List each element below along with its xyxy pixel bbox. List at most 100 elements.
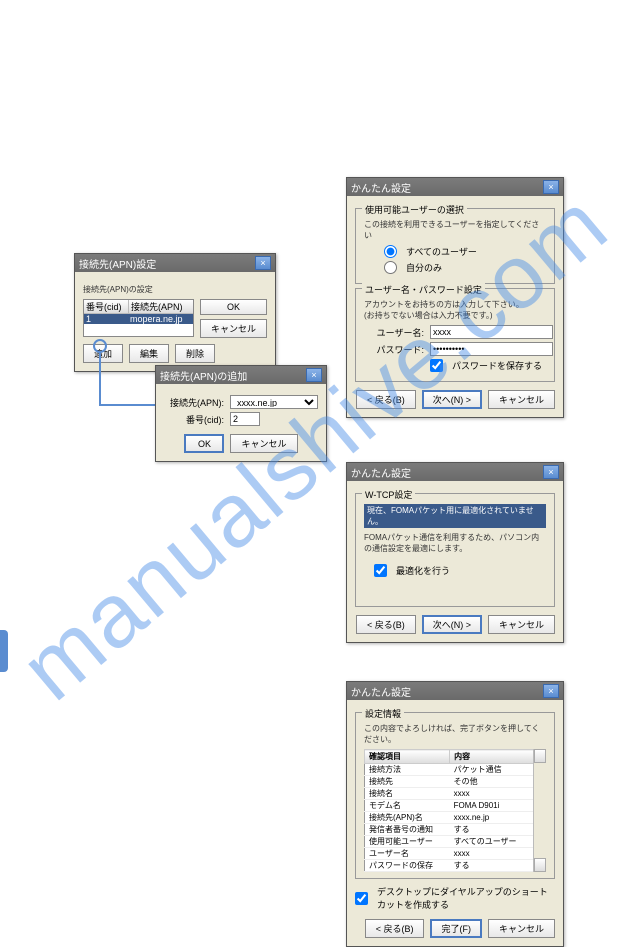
self-only-label: 自分のみ — [406, 261, 442, 274]
table-row: 発信者番号の通知する — [365, 824, 534, 836]
col-cid: 番号(cid) — [84, 300, 129, 313]
value-cell: FOMA D901i — [450, 800, 534, 812]
table-row: 接続名xxxx — [365, 788, 534, 800]
title: かんたん設定 — [351, 465, 411, 480]
group-note: アカウントをお持ちの方は入力して下さい。 (お持ちでない場合は入力不要です。) — [364, 299, 546, 321]
cancel-button[interactable]: キャンセル — [488, 919, 555, 938]
shortcut-label: デスクトップにダイヤルアップのショートカットを作成する — [377, 885, 555, 911]
username-label: ユーザー名: — [364, 326, 424, 339]
table-row: モデム名FOMA D901i — [365, 800, 534, 812]
save-password-label: パスワードを保存する — [452, 359, 542, 372]
group-note: この接続を利用できるユーザーを指定してください — [364, 219, 546, 241]
easy-setup-wtcp-dialog: かんたん設定 × W-TCP設定 現在、FOMAパケット用に最適化されていません。… — [346, 462, 564, 643]
value-cell: すべてのユーザー — [450, 836, 534, 848]
callout-dot — [93, 339, 107, 353]
value-cell: xxxx.ne.jp — [450, 812, 534, 824]
callout-line — [99, 352, 161, 406]
all-users-radio[interactable] — [384, 245, 397, 258]
ok-button[interactable]: OK — [200, 299, 267, 315]
table-row: パスワードの保存する — [365, 860, 534, 872]
table-row: 接続方法パケット通信 — [365, 764, 534, 776]
titlebar: かんたん設定 × — [347, 682, 563, 700]
username-input[interactable] — [430, 325, 553, 339]
easy-setup-user-dialog: かんたん設定 × 使用可能ユーザーの選択 この接続を利用できるユーザーを指定してく… — [346, 177, 564, 418]
item-cell: 使用可能ユーザー — [365, 836, 450, 848]
titlebar: かんたん設定 × — [347, 463, 563, 481]
item-cell: 接続方法 — [365, 764, 450, 776]
row-apn[interactable]: mopera.ne.jp — [128, 314, 193, 324]
close-icon[interactable]: × — [306, 368, 322, 382]
instruction: この内容でよろしければ、完了ボタンを押してください。 — [364, 723, 546, 745]
col-apn: 接続先(APN) — [129, 300, 193, 313]
cancel-button[interactable]: キャンセル — [200, 319, 267, 338]
self-only-radio[interactable] — [384, 261, 397, 274]
group-title: W-TCP設定 — [362, 488, 415, 501]
apn-add-dialog: 接続先(APN)の追加 × 接続先(APN): xxxx.ne.jp 番号(cid)… — [155, 365, 327, 462]
titlebar: 接続先(APN)の追加 × — [156, 366, 326, 384]
col-item: 確認項目 — [365, 750, 450, 764]
title: かんたん設定 — [351, 684, 411, 699]
item-cell: 接続名 — [365, 788, 450, 800]
next-button[interactable]: 次へ(N) > — [422, 615, 482, 634]
cid-input[interactable] — [230, 412, 260, 426]
status-highlight: 現在、FOMAパケット用に最適化されていません。 — [364, 504, 546, 528]
cancel-button[interactable]: キャンセル — [488, 390, 555, 409]
table-row: 接続先(APN)名xxxx.ne.jp — [365, 812, 534, 824]
ok-button[interactable]: OK — [184, 434, 224, 453]
title: 接続先(APN)の追加 — [160, 368, 247, 383]
table-row: 使用可能ユーザーすべてのユーザー — [365, 836, 534, 848]
item-cell: ユーザー名 — [365, 848, 450, 860]
all-users-label: すべてのユーザー — [406, 245, 477, 258]
title: かんたん設定 — [351, 180, 411, 195]
value-cell: パケット通信 — [450, 764, 534, 776]
value-cell: する — [450, 860, 534, 872]
user-group: 使用可能ユーザーの選択 この接続を利用できるユーザーを指定してください すべての… — [355, 208, 555, 284]
apn-select[interactable]: xxxx.ne.jp — [230, 395, 318, 409]
cancel-button[interactable]: キャンセル — [488, 615, 555, 634]
titlebar: かんたん設定 × — [347, 178, 563, 196]
item-cell: 発信者番号の通知 — [365, 824, 450, 836]
value-cell: その他 — [450, 776, 534, 788]
save-password-checkbox[interactable] — [430, 359, 443, 372]
list-label: 接続先(APN)の設定 — [83, 284, 267, 295]
description: FOMAパケット通信を利用するため、パソコン内の通信設定を最適にします。 — [364, 532, 546, 554]
done-button[interactable]: 完了(F) — [430, 919, 482, 938]
item-cell: モデム名 — [365, 800, 450, 812]
cancel-button[interactable]: キャンセル — [230, 434, 297, 453]
item-cell: 接続先 — [365, 776, 450, 788]
row-cid[interactable]: 1 — [84, 314, 128, 324]
table-row: ユーザー名xxxx — [365, 848, 534, 860]
close-icon[interactable]: × — [255, 256, 271, 270]
password-label: パスワード: — [364, 343, 424, 356]
col-value: 内容 — [450, 750, 534, 764]
group-title: ユーザー名・パスワード設定 — [362, 283, 485, 296]
wtcp-group: W-TCP設定 現在、FOMAパケット用に最適化されていません。 FOMAパケッ… — [355, 493, 555, 607]
item-cell: パスワードの保存 — [365, 860, 450, 872]
scrollbar[interactable] — [533, 749, 546, 872]
page-tab — [0, 630, 8, 672]
close-icon[interactable]: × — [543, 180, 559, 194]
group-title: 設定情報 — [362, 707, 404, 720]
table-row: 接続先その他 — [365, 776, 534, 788]
optimize-label: 最適化を行う — [396, 564, 450, 577]
cid-label: 番号(cid): — [164, 413, 224, 426]
value-cell: xxxx — [450, 788, 534, 800]
item-cell: 接続先(APN)名 — [365, 812, 450, 824]
apn-label: 接続先(APN): — [164, 396, 224, 409]
settings-table: 確認項目内容 接続方法パケット通信接続先その他接続名xxxxモデム名FOMA D… — [364, 749, 534, 872]
settings-group: 設定情報 この内容でよろしければ、完了ボタンを押してください。 確認項目内容 接… — [355, 712, 555, 879]
back-button[interactable]: < 戻る(B) — [356, 615, 416, 634]
titlebar: 接続先(APN)設定 × — [75, 254, 275, 272]
title: 接続先(APN)設定 — [79, 256, 156, 271]
credentials-group: ユーザー名・パスワード設定 アカウントをお持ちの方は入力して下さい。 (お持ちで… — [355, 288, 555, 382]
next-button[interactable]: 次へ(N) > — [422, 390, 482, 409]
shortcut-checkbox[interactable] — [355, 892, 368, 905]
value-cell: xxxx — [450, 848, 534, 860]
back-button[interactable]: < 戻る(B) — [365, 919, 425, 938]
close-icon[interactable]: × — [543, 465, 559, 479]
delete-button[interactable]: 削除 — [175, 344, 215, 363]
back-button[interactable]: < 戻る(B) — [356, 390, 416, 409]
optimize-checkbox[interactable] — [374, 564, 387, 577]
password-input[interactable] — [430, 342, 553, 356]
close-icon[interactable]: × — [543, 684, 559, 698]
